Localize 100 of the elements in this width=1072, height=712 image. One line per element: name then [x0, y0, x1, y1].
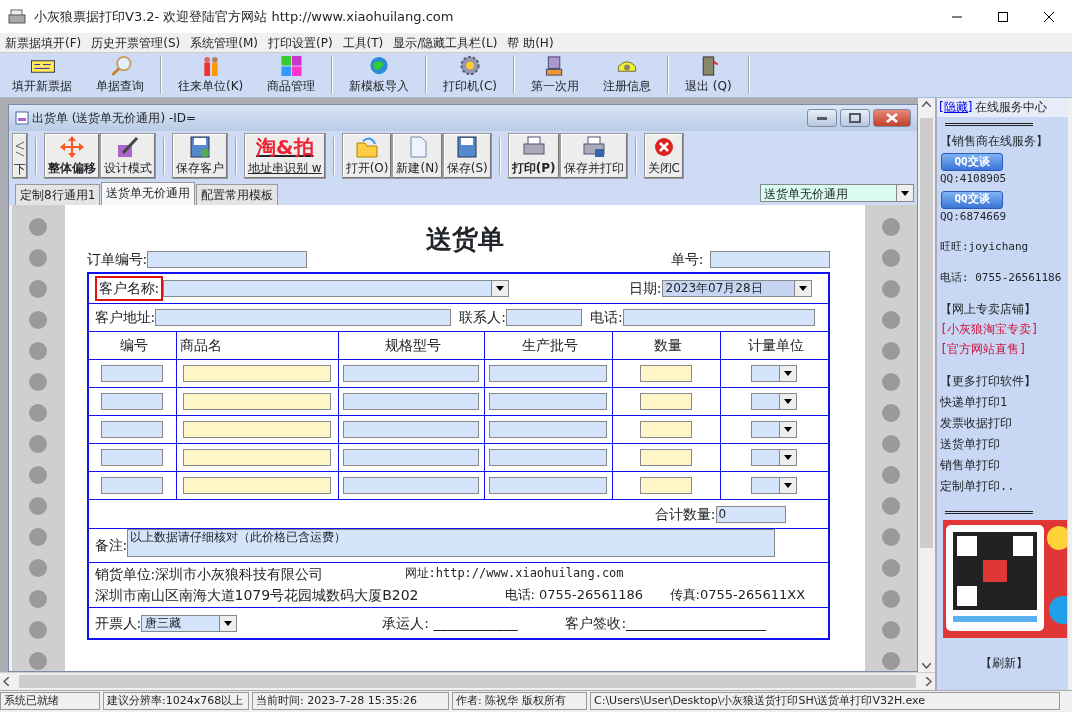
hide-link[interactable]: [隐藏] — [939, 100, 973, 114]
select-field[interactable] — [751, 477, 797, 494]
input-field[interactable] — [709, 250, 830, 268]
input-field[interactable] — [155, 309, 452, 326]
toolbar-button[interactable]: 新模板导入 — [337, 53, 422, 97]
dropdown-icon — [784, 427, 792, 432]
input-field[interactable] — [343, 365, 479, 382]
field-label: 订单编号: — [86, 249, 148, 269]
select-field[interactable] — [751, 449, 797, 466]
qq-number: QQ:6874669 — [939, 208, 1008, 225]
software-link[interactable]: 销售单打印 — [937, 456, 1068, 474]
select-field[interactable]: 唐三藏 — [141, 614, 238, 632]
input-field[interactable] — [183, 477, 331, 494]
toolbar-button[interactable]: 淘&拍 地址串识别 w — [244, 133, 326, 179]
toolbar-button[interactable]: 打印机(C) — [431, 53, 509, 97]
refresh-link[interactable]: 【刷新】 — [937, 654, 1068, 672]
input-field[interactable] — [489, 449, 607, 466]
toolbar-button[interactable]: 保存(S) — [442, 133, 492, 179]
input-field[interactable] — [183, 365, 331, 382]
select-field[interactable] — [163, 280, 510, 297]
toolbar-button[interactable]: 往来单位(K) — [166, 53, 256, 97]
shop-link[interactable]: [官方网站直售] — [937, 340, 1068, 358]
menu-item[interactable]: 显示/隐藏工具栏(L) — [388, 33, 503, 52]
input-field[interactable] — [101, 477, 163, 494]
toolbar-button[interactable]: 打印(P) — [507, 133, 560, 179]
input-field[interactable] — [343, 477, 479, 494]
input-field[interactable] — [343, 393, 479, 410]
software-link[interactable]: 发票收据打印 — [937, 414, 1068, 432]
input-field[interactable] — [183, 449, 331, 466]
input-field[interactable] — [640, 421, 692, 438]
input-field[interactable] — [183, 393, 331, 410]
input-field[interactable] — [147, 250, 308, 268]
minimize-button[interactable] — [807, 109, 837, 127]
maximize-icon[interactable] — [997, 10, 1009, 23]
input-field[interactable] — [640, 449, 692, 466]
input-field[interactable] — [183, 421, 331, 438]
restore-button[interactable] — [840, 109, 870, 127]
input-field[interactable] — [101, 365, 163, 382]
toolbar-button[interactable]: 关闭C — [643, 133, 684, 179]
tab[interactable]: 配置常用模板 — [196, 184, 279, 205]
scroll-button[interactable]: 下 — [12, 133, 28, 179]
input-field[interactable] — [640, 393, 692, 410]
close-icon[interactable] — [1043, 10, 1055, 23]
input-field[interactable] — [489, 421, 607, 438]
shop-link[interactable]: [小灰狼淘宝专卖] — [937, 320, 1068, 338]
menu-item[interactable]: 系统管理(M) — [185, 33, 263, 52]
input-field[interactable] — [489, 393, 607, 410]
field-label: 备注: — [94, 536, 128, 555]
tab[interactable]: 送货单无价通用 — [101, 182, 196, 205]
hole-icon — [881, 404, 900, 422]
hole-icon — [881, 373, 900, 391]
menu-item[interactable]: 帮 助(H) — [502, 33, 559, 52]
remark-field[interactable]: 以上数据请仔细核对（此价格已含运费） — [127, 528, 776, 557]
toolbar-button[interactable]: 注册信息 — [591, 53, 663, 97]
tab[interactable]: 定制8行通用1 — [15, 184, 101, 205]
website-text: 网址:http://www.xiaohuilang.com — [404, 565, 624, 582]
toolbar-button[interactable]: 填开新票据 — [0, 53, 84, 97]
input-field[interactable] — [505, 309, 582, 326]
select-field[interactable] — [751, 421, 797, 438]
input-field[interactable] — [101, 421, 163, 438]
input-field[interactable] — [343, 449, 479, 466]
toolbar-button[interactable]: 商品管理 — [255, 53, 328, 97]
select-field[interactable] — [751, 365, 797, 382]
toolbar-button[interactable]: 单据查询 — [84, 53, 156, 97]
close-button[interactable] — [873, 109, 911, 127]
software-link[interactable]: 送货单打印 — [937, 435, 1068, 453]
scroll-down-icon[interactable] — [922, 663, 931, 669]
input-field[interactable] — [101, 393, 163, 410]
input-field[interactable] — [640, 477, 692, 494]
scroll-left-icon[interactable] — [3, 677, 9, 686]
toolbar-button[interactable]: 保存并打印 — [559, 133, 628, 179]
toolbar-button[interactable]: 设计模式 — [100, 133, 156, 179]
template-select[interactable]: 送货单无价通用 — [760, 184, 914, 202]
input-field[interactable] — [622, 309, 815, 326]
toolbar-button[interactable]: 新建(N) — [392, 133, 443, 179]
scroll-right-icon[interactable] — [926, 677, 932, 686]
scroll-up-icon[interactable] — [922, 101, 931, 107]
input-field[interactable] — [489, 365, 607, 382]
input-field[interactable] — [489, 477, 607, 494]
dropdown-icon — [784, 399, 792, 404]
input-field[interactable] — [640, 365, 692, 382]
select-field[interactable]: 2023年07月28日 — [661, 280, 812, 297]
software-link[interactable]: 快递单打印1 — [937, 393, 1068, 411]
menu-item[interactable]: 打印设置(P) — [262, 33, 338, 52]
menu-item[interactable]: 新票据填开(F) — [0, 33, 87, 52]
toolbar-button[interactable]: 保存客户 — [172, 133, 228, 179]
toolbar-button[interactable]: 整体偏移 — [44, 133, 100, 179]
hole-icon — [881, 466, 900, 484]
software-link[interactable]: 定制单打印.. — [937, 477, 1068, 495]
address-text: 深圳市南山区南海大道1079号花园城数码大厦B202 — [94, 586, 420, 605]
hole-icon — [29, 342, 48, 360]
toolbar-button[interactable]: 退出 (Q) — [673, 53, 744, 97]
menu-item[interactable]: 工具(T) — [337, 33, 389, 52]
input-field[interactable] — [343, 421, 479, 438]
input-field[interactable] — [101, 449, 163, 466]
toolbar-button[interactable]: 第一次用 — [519, 53, 591, 97]
toolbar-button[interactable]: 打开(O) — [341, 133, 393, 179]
input-field[interactable]: 0 — [715, 505, 786, 523]
menu-item[interactable]: 历史开票管理(S) — [86, 33, 186, 52]
select-field[interactable] — [751, 393, 797, 410]
